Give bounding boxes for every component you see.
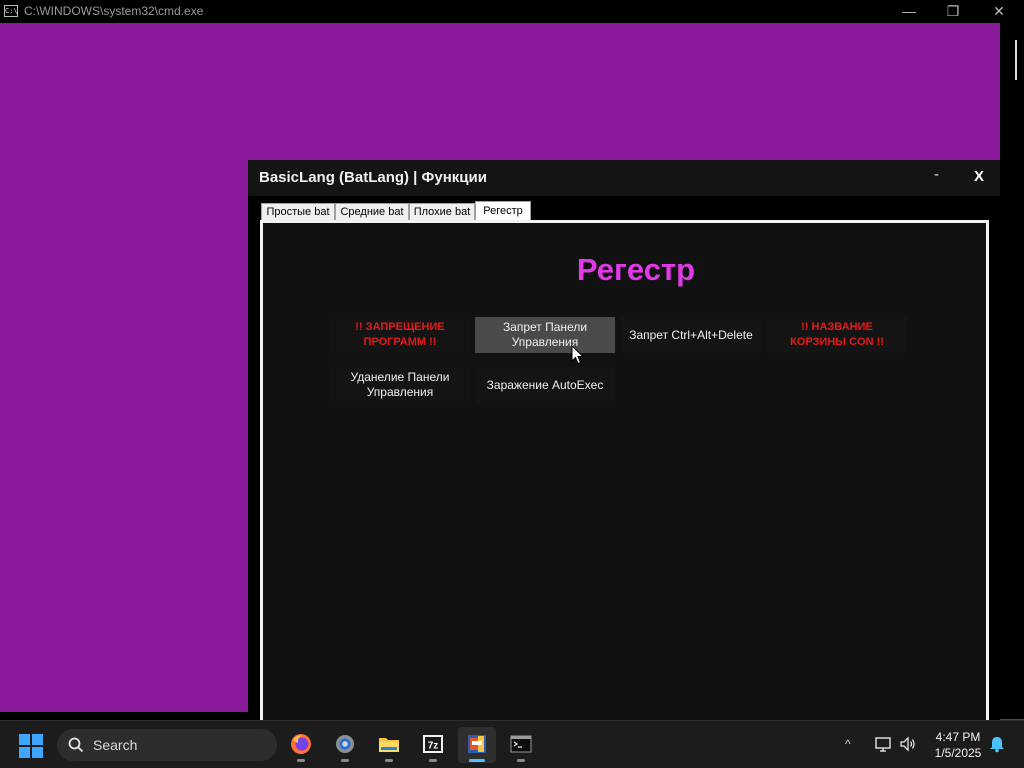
- cmd-titlebar[interactable]: C:\ C:\WINDOWS\system32\cmd.exe — ❐ ✕: [0, 0, 1024, 23]
- panel-heading: Регестр: [576, 252, 696, 287]
- clock-time: 4:47 PM: [935, 730, 981, 744]
- taskbar-app-7zip[interactable]: 7z: [414, 727, 452, 763]
- taskbar-clock[interactable]: 4:47 PM 1/5/2025: [928, 729, 988, 761]
- search-placeholder: Search: [93, 737, 138, 753]
- tab-medium-bat[interactable]: Средние bat: [335, 203, 409, 221]
- network-icon[interactable]: [874, 735, 892, 753]
- app-running-indicator: [341, 759, 349, 762]
- taskbar-app-terminal[interactable]: [502, 727, 540, 763]
- firefox-icon: [291, 734, 311, 754]
- windows-logo-icon[interactable]: [19, 734, 43, 758]
- taskbar-app-firefox[interactable]: [282, 727, 320, 763]
- notification-bell-icon[interactable]: [988, 735, 1006, 753]
- cmd-scrollbar-thumb[interactable]: [1015, 40, 1017, 80]
- taskbar-app-settings[interactable]: [326, 727, 364, 763]
- cmd-close-button[interactable]: ✕: [976, 0, 1022, 23]
- 7zip-icon: 7z: [423, 735, 443, 753]
- cmd-scrollbar[interactable]: [1000, 23, 1024, 719]
- registry-tab-panel: Регестр !! ЗАПРЕЩЕНИЕ ПРОГРАММ !! Запрет…: [260, 220, 989, 720]
- tab-registry[interactable]: Регестр: [475, 201, 531, 221]
- batlang-window-title: BasicLang (BatLang) | Функции: [259, 169, 487, 186]
- taskbar-app-file-explorer[interactable]: [370, 727, 408, 763]
- batlang-window: BasicLang (BatLang) | Функции - X Просты…: [248, 160, 1000, 720]
- volume-icon[interactable]: [899, 735, 917, 753]
- batlang-minimize-button[interactable]: -: [934, 166, 939, 183]
- cmd-minimize-button[interactable]: —: [886, 0, 932, 23]
- taskbar: Search 7z ^ 4:47 PM 1/5/2025: [0, 720, 1024, 768]
- mouse-cursor-icon: [571, 345, 585, 365]
- tray-overflow-chevron-icon[interactable]: ^: [845, 737, 851, 751]
- search-icon: [68, 737, 84, 753]
- batlang-close-button[interactable]: X: [974, 168, 984, 185]
- settings-icon: [336, 735, 354, 753]
- cmd-window-title: C:\WINDOWS\system32\cmd.exe: [24, 4, 204, 18]
- taskbar-app-batlang[interactable]: [458, 727, 496, 763]
- remove-control-panel-button[interactable]: Уданелие Панели Управления: [330, 367, 470, 403]
- file-explorer-icon: [379, 738, 399, 752]
- app-running-indicator: [297, 759, 305, 762]
- batlang-app-icon: [468, 735, 486, 753]
- svg-text:7z: 7z: [428, 741, 439, 752]
- clock-date: 1/5/2025: [934, 746, 982, 760]
- block-ctrl-alt-delete-button[interactable]: Запрет Ctrl+Alt+Delete: [621, 317, 761, 353]
- terminal-icon: [510, 735, 532, 753]
- cmd-app-icon: C:\: [4, 5, 18, 17]
- app-running-indicator: [385, 759, 393, 762]
- taskbar-search-box[interactable]: Search: [57, 729, 277, 761]
- app-running-indicator: [517, 759, 525, 762]
- block-programs-button[interactable]: !! ЗАПРЕЩЕНИЕ ПРОГРАММ !!: [330, 317, 470, 353]
- app-running-indicator: [429, 759, 437, 762]
- batlang-titlebar[interactable]: BasicLang (BatLang) | Функции - X: [248, 160, 1000, 196]
- tab-simple-bat[interactable]: Простые bat: [261, 203, 335, 221]
- infect-autoexec-button[interactable]: Заражение AutoExec: [475, 367, 615, 403]
- block-control-panel-button[interactable]: Запрет Панели Управления: [475, 317, 615, 353]
- rename-recycle-bin-con-button[interactable]: !! НАЗВАНИЕ КОРЗИНЫ CON !!: [767, 317, 907, 353]
- cmd-maximize-button[interactable]: ❐: [930, 0, 976, 23]
- tab-bad-bat[interactable]: Плохие bat: [409, 203, 475, 221]
- app-active-indicator: [469, 759, 485, 762]
